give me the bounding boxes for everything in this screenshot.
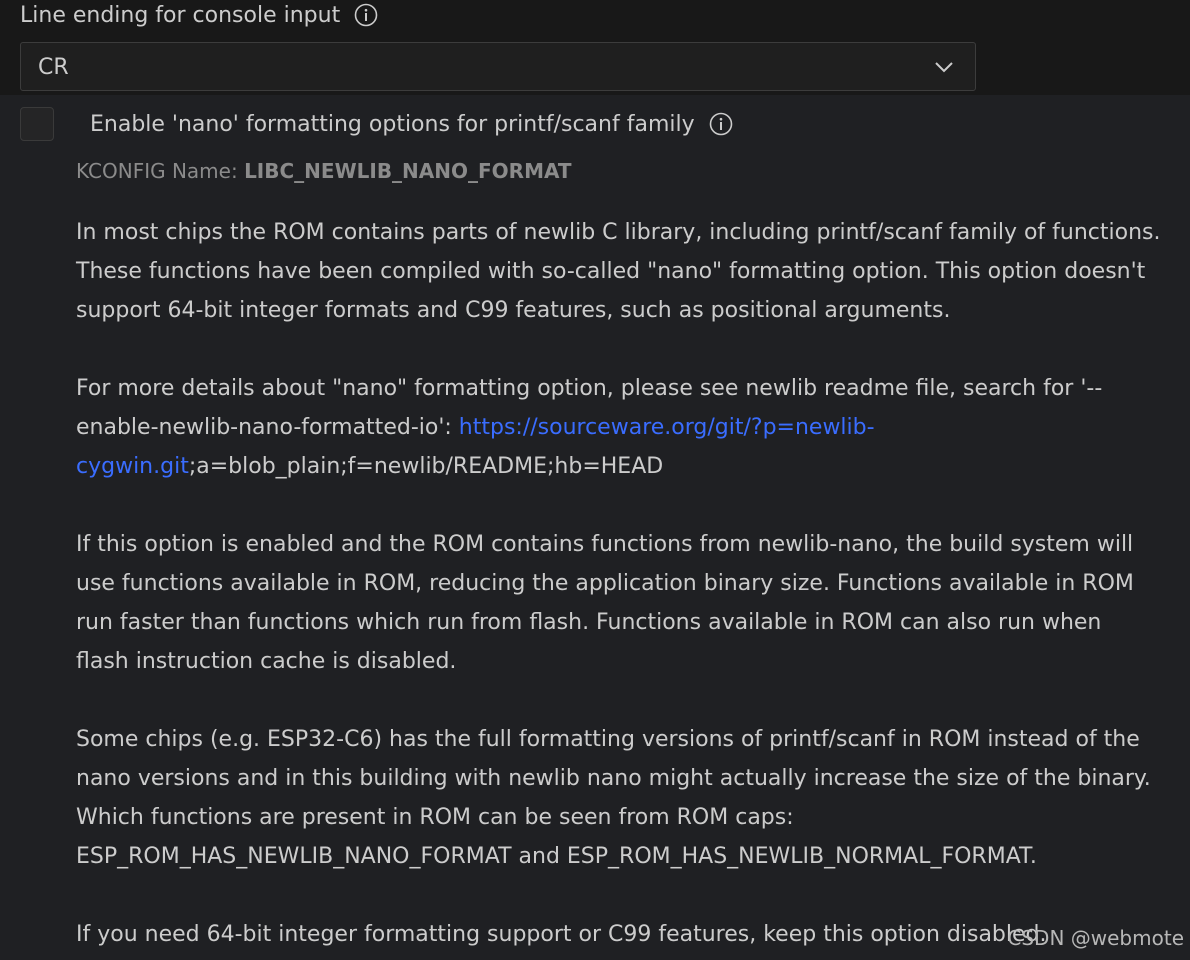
- info-icon[interactable]: [354, 3, 378, 27]
- kconfig-value: LIBC_NEWLIB_NANO_FORMAT: [244, 159, 572, 183]
- line-ending-setting: Line ending for console input CR: [0, 0, 1190, 95]
- info-icon[interactable]: [709, 112, 733, 136]
- line-ending-label-row: Line ending for console input: [20, 0, 378, 30]
- nano-format-checkbox[interactable]: [20, 107, 54, 141]
- nano-format-title-row: Enable 'nano' formatting options for pri…: [90, 109, 733, 139]
- line-ending-select[interactable]: CR: [20, 42, 976, 91]
- description-paragraph-5: If you need 64-bit integer formatting su…: [76, 922, 1047, 947]
- description-paragraph-4: Some chips (e.g. ESP32-C6) has the full …: [76, 727, 1151, 869]
- description-paragraph-3: If this option is enabled and the ROM co…: [76, 532, 1134, 674]
- description-paragraph-2-tail: ;a=blob_plain;f=newlib/README;hb=HEAD: [188, 454, 664, 479]
- kconfig-row: KCONFIG Name: LIBC_NEWLIB_NANO_FORMAT: [76, 159, 572, 183]
- nano-format-setting: Enable 'nano' formatting options for pri…: [0, 95, 1190, 960]
- chevron-down-icon: [933, 56, 955, 78]
- line-ending-selected-value: CR: [38, 55, 69, 80]
- nano-format-title: Enable 'nano' formatting options for pri…: [90, 111, 695, 137]
- kconfig-label: KCONFIG Name:: [76, 159, 238, 183]
- description-paragraph-1: In most chips the ROM contains parts of …: [76, 220, 1161, 323]
- line-ending-label: Line ending for console input: [20, 2, 341, 28]
- watermark: CSDN @webmote: [1007, 926, 1184, 950]
- description-paragraph-2: For more details about "nano" formatting…: [76, 369, 1161, 486]
